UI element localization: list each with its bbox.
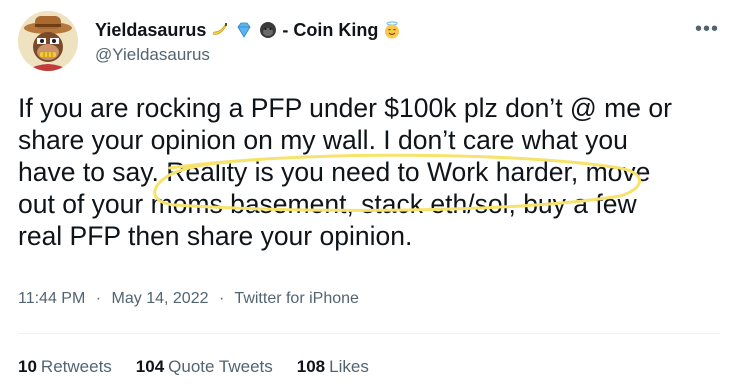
divider <box>18 333 719 334</box>
tweet-line: have to say. Reality is you need to Work… <box>18 157 651 187</box>
likes-label: Likes <box>329 357 369 376</box>
tweet-line: share your opinion on my wall. I don’t c… <box>18 125 628 155</box>
author-display-name[interactable]: Yieldasaurus <box>95 19 206 41</box>
tweet-text: If you are rocking a PFP under $100k plz… <box>18 92 723 252</box>
banana-icon <box>210 20 230 40</box>
tweet-meta: 11:44 PM · May 14, 2022 · Twitter for iP… <box>18 289 359 309</box>
tweet-time[interactable]: 11:44 PM <box>18 290 85 307</box>
retweets-stat[interactable]: 10 Retweets <box>18 357 112 377</box>
tweet-stats: 10 Retweets 104 Quote Tweets 108 Likes <box>18 357 369 377</box>
tweet-line: real PFP then share your opinion. <box>18 221 413 251</box>
author-handle[interactable]: @Yieldasaurus <box>95 45 210 65</box>
meta-separator: · <box>218 290 225 307</box>
retweets-label: Retweets <box>40 357 112 376</box>
tweet-date[interactable]: May 14, 2022 <box>112 290 209 307</box>
gorilla-icon <box>258 20 278 40</box>
quote-tweets-stat[interactable]: 104 Quote Tweets <box>136 357 273 377</box>
tweet-source[interactable]: Twitter for iPhone <box>234 290 359 307</box>
meta-separator: · <box>95 290 102 307</box>
tweet-line: out of your moms basement, stack eth/sol… <box>18 189 637 219</box>
likes-count: 108 <box>296 357 326 376</box>
ape-avatar-icon <box>18 11 78 71</box>
retweets-count: 10 <box>18 357 37 376</box>
author-name-suffix: - Coin King <box>282 20 379 40</box>
likes-stat[interactable]: 108 Likes <box>297 357 369 377</box>
avatar[interactable] <box>18 11 78 71</box>
quote-tweets-label: Quote Tweets <box>168 357 273 376</box>
author-name-row[interactable]: Yieldasaurus - Coin King <box>95 19 402 41</box>
more-horizontal-icon[interactable]: ••• <box>695 18 719 41</box>
tweet-line: If you are rocking a PFP under $100k plz… <box>18 93 672 123</box>
diamond-icon <box>234 20 254 40</box>
angel-face-icon <box>382 20 402 40</box>
tweet-card: Yieldasaurus - Coin King @Yieldasaurus •… <box>0 0 737 384</box>
quote-tweets-count: 104 <box>135 357 165 376</box>
